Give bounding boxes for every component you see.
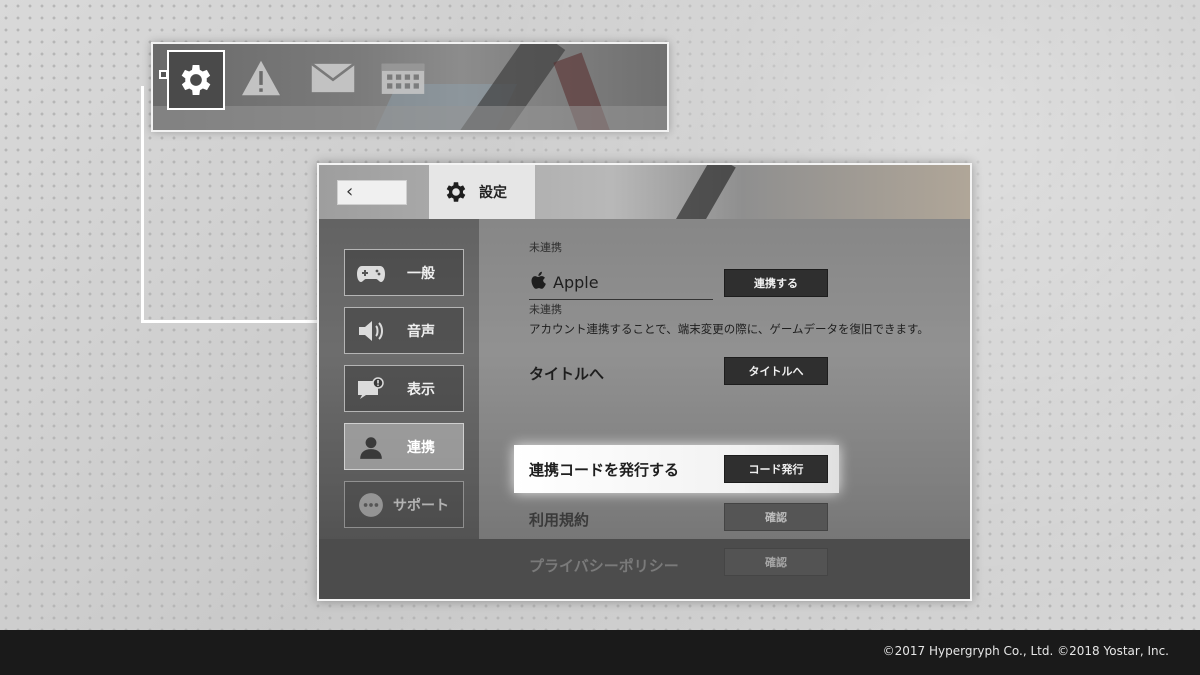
gear-icon (446, 182, 466, 202)
sidebar-item-link[interactable]: 連携 (344, 423, 464, 470)
terms-row-label: 利用規約 (529, 511, 590, 529)
connector-line (141, 86, 144, 323)
connector-line (141, 320, 319, 323)
tab-label: 設定 (479, 185, 507, 201)
sidebar-item-label: 連携 (407, 439, 435, 456)
privacy-row-label: プライバシーポリシー (529, 557, 679, 575)
mail-icon[interactable] (303, 50, 363, 106)
gear-icon[interactable] (167, 50, 225, 110)
sidebar-item-support[interactable]: サポート (344, 481, 464, 528)
toolbar-bg-band (153, 106, 667, 130)
sidebar-item-display[interactable]: 表示 (344, 365, 464, 412)
calendar-icon[interactable] (373, 50, 433, 106)
apple-underline (529, 299, 713, 300)
privacy-confirm-button[interactable]: 確認 (724, 548, 828, 576)
issue-code-button[interactable]: コード発行 (724, 455, 828, 483)
prev-link-status: 未連携 (529, 241, 562, 254)
title-button[interactable]: タイトルへ (724, 357, 828, 385)
apple-link-button[interactable]: 連携する (724, 269, 828, 297)
tab-settings[interactable]: 設定 (429, 165, 535, 219)
window-body: 一般 音声 表示 連携 サポート 未連携 Apple 未連携 連携する アカウン… (319, 219, 970, 599)
sidebar-item-label: 表示 (407, 381, 435, 398)
window-header: ‹ 設定 (319, 165, 970, 246)
sidebar-item-label: サポート (393, 497, 449, 514)
code-row-label: 連携コードを発行する (529, 461, 680, 479)
copyright-text: ©2017 Hypergryph Co., Ltd. ©2018 Yostar,… (882, 644, 1169, 658)
connector-node (159, 70, 168, 79)
apple-label: Apple (553, 273, 599, 292)
back-button[interactable]: ‹ (337, 180, 407, 205)
gamepad-icon (353, 258, 389, 288)
sidebar-item-label: 音声 (407, 323, 435, 340)
link-note: アカウント連携することで、端末変更の際に、ゲームデータを復旧できます。 (529, 322, 929, 336)
sidebar-item-general[interactable]: 一般 (344, 249, 464, 296)
speaker-icon (353, 316, 389, 346)
terms-confirm-button[interactable]: 確認 (724, 503, 828, 531)
title-row-label: タイトルへ (529, 365, 605, 383)
apple-link-status: 未連携 (529, 303, 562, 316)
more-icon (353, 490, 389, 520)
apple-icon (530, 271, 552, 293)
footer: ©2017 Hypergryph Co., Ltd. ©2018 Yostar,… (0, 630, 1200, 675)
alert-icon[interactable] (231, 50, 291, 106)
sidebar: 一般 音声 表示 連携 サポート (319, 219, 479, 539)
sidebar-item-label: 一般 (407, 265, 435, 282)
user-icon (353, 432, 389, 462)
top-toolbar (151, 42, 669, 132)
display-icon (353, 374, 389, 404)
settings-window: ‹ 設定 一般 音声 表示 連携 サポート 未連携 Apple 未連携 連携する… (317, 163, 972, 601)
sidebar-item-sound[interactable]: 音声 (344, 307, 464, 354)
